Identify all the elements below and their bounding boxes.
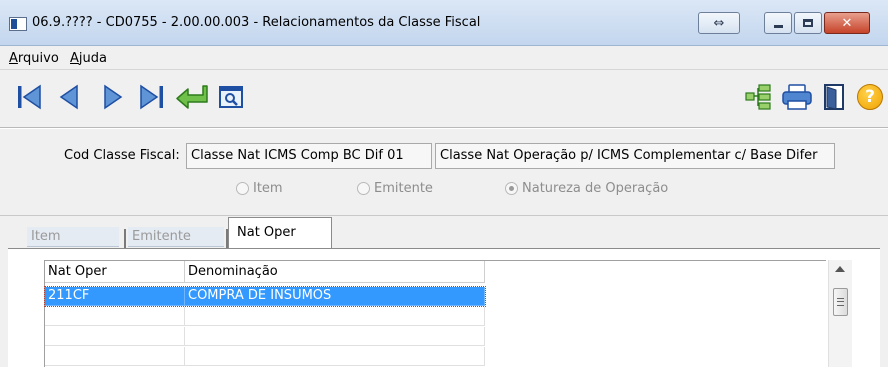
maximize-icon <box>803 19 813 27</box>
table-row[interactable] <box>45 327 485 346</box>
column-header-nat-oper[interactable]: Nat Oper <box>45 261 185 283</box>
close-icon: ✕ <box>841 15 853 31</box>
first-record-icon <box>18 84 41 110</box>
help-button[interactable]: ? <box>856 82 884 112</box>
radio-emitente[interactable]: Emitente <box>357 181 433 196</box>
tab-divider <box>124 229 126 248</box>
minimize-button[interactable] <box>764 12 792 34</box>
nat-oper-grid: Nat Oper Denominação 211CF COMPRA DE INS… <box>44 260 826 367</box>
swap-icon: ⇔ <box>713 15 725 31</box>
table-row[interactable]: 211CF COMPRA DE INSUMOS <box>44 286 486 307</box>
last-record-button[interactable] <box>136 82 168 112</box>
cell-nat-oper <box>45 307 185 326</box>
last-record-icon <box>140 84 163 110</box>
column-header-denominacao[interactable]: Denominação <box>185 261 485 283</box>
menu-arquivo[interactable]: Arquivo <box>9 51 59 66</box>
tree-button[interactable] <box>743 82 773 112</box>
swap-window-button[interactable]: ⇔ <box>698 12 740 34</box>
search-icon <box>219 86 243 108</box>
title-bar: 06.9.???? - CD0755 - 2.00.00.003 - Relac… <box>0 0 888 46</box>
cell-denominacao <box>185 307 485 326</box>
app-icon <box>9 17 27 31</box>
table-row[interactable] <box>45 347 485 366</box>
cell-denominacao: COMPRA DE INSUMOS <box>185 287 485 306</box>
previous-record-button[interactable] <box>54 82 84 112</box>
previous-record-icon <box>59 84 78 110</box>
grid-header: Nat Oper Denominação <box>45 261 485 283</box>
scroll-thumb[interactable] <box>833 288 848 316</box>
radio-natureza-operacao[interactable]: Natureza de Operação <box>505 181 668 196</box>
table-row[interactable] <box>45 307 485 326</box>
tab-nat-oper[interactable]: Nat Oper <box>228 217 332 249</box>
first-record-button[interactable] <box>13 82 45 112</box>
cod-classe-fiscal-label: Cod Classe Fiscal: <box>64 148 180 163</box>
maximize-button[interactable] <box>794 12 822 34</box>
menu-ajuda[interactable]: Ajuda <box>70 51 107 66</box>
next-record-button[interactable] <box>98 82 128 112</box>
close-button[interactable]: ✕ <box>824 12 870 34</box>
cell-nat-oper <box>45 327 185 346</box>
classe-fiscal-code-field[interactable]: Classe Nat ICMS Comp BC Dif 01 <box>186 143 432 169</box>
separator <box>0 215 888 216</box>
help-icon: ? <box>857 84 883 110</box>
print-icon <box>782 84 812 110</box>
toolbar: ? <box>0 70 888 128</box>
cell-denominacao <box>185 347 485 366</box>
classe-fiscal-description-field[interactable]: Classe Nat Operação p/ ICMS Complementar… <box>435 143 835 169</box>
grid-vertical-scrollbar[interactable] <box>828 260 852 367</box>
exit-door-icon <box>824 84 844 110</box>
radio-emitente-indicator <box>357 182 370 195</box>
cell-nat-oper: 211CF <box>45 287 185 306</box>
cell-denominacao <box>185 327 485 346</box>
go-to-icon <box>176 85 208 109</box>
print-button[interactable] <box>780 82 814 112</box>
tab-item[interactable]: Item <box>27 227 119 247</box>
exit-button[interactable] <box>820 82 848 112</box>
tree-icon <box>745 84 771 110</box>
cell-nat-oper <box>45 347 185 366</box>
menu-bar: Arquivo Ajuda <box>0 46 888 70</box>
window-title: 06.9.???? - CD0755 - 2.00.00.003 - Relac… <box>32 15 481 30</box>
radio-item-indicator <box>236 182 249 195</box>
minimize-icon <box>773 24 783 28</box>
radio-item[interactable]: Item <box>236 181 283 196</box>
radio-natureza-indicator <box>505 182 518 195</box>
next-record-icon <box>104 84 123 110</box>
go-to-button[interactable] <box>172 82 212 112</box>
scroll-up-arrow-icon[interactable] <box>835 266 845 272</box>
search-button[interactable] <box>216 82 246 112</box>
tab-emitente[interactable]: Emitente <box>128 227 224 247</box>
